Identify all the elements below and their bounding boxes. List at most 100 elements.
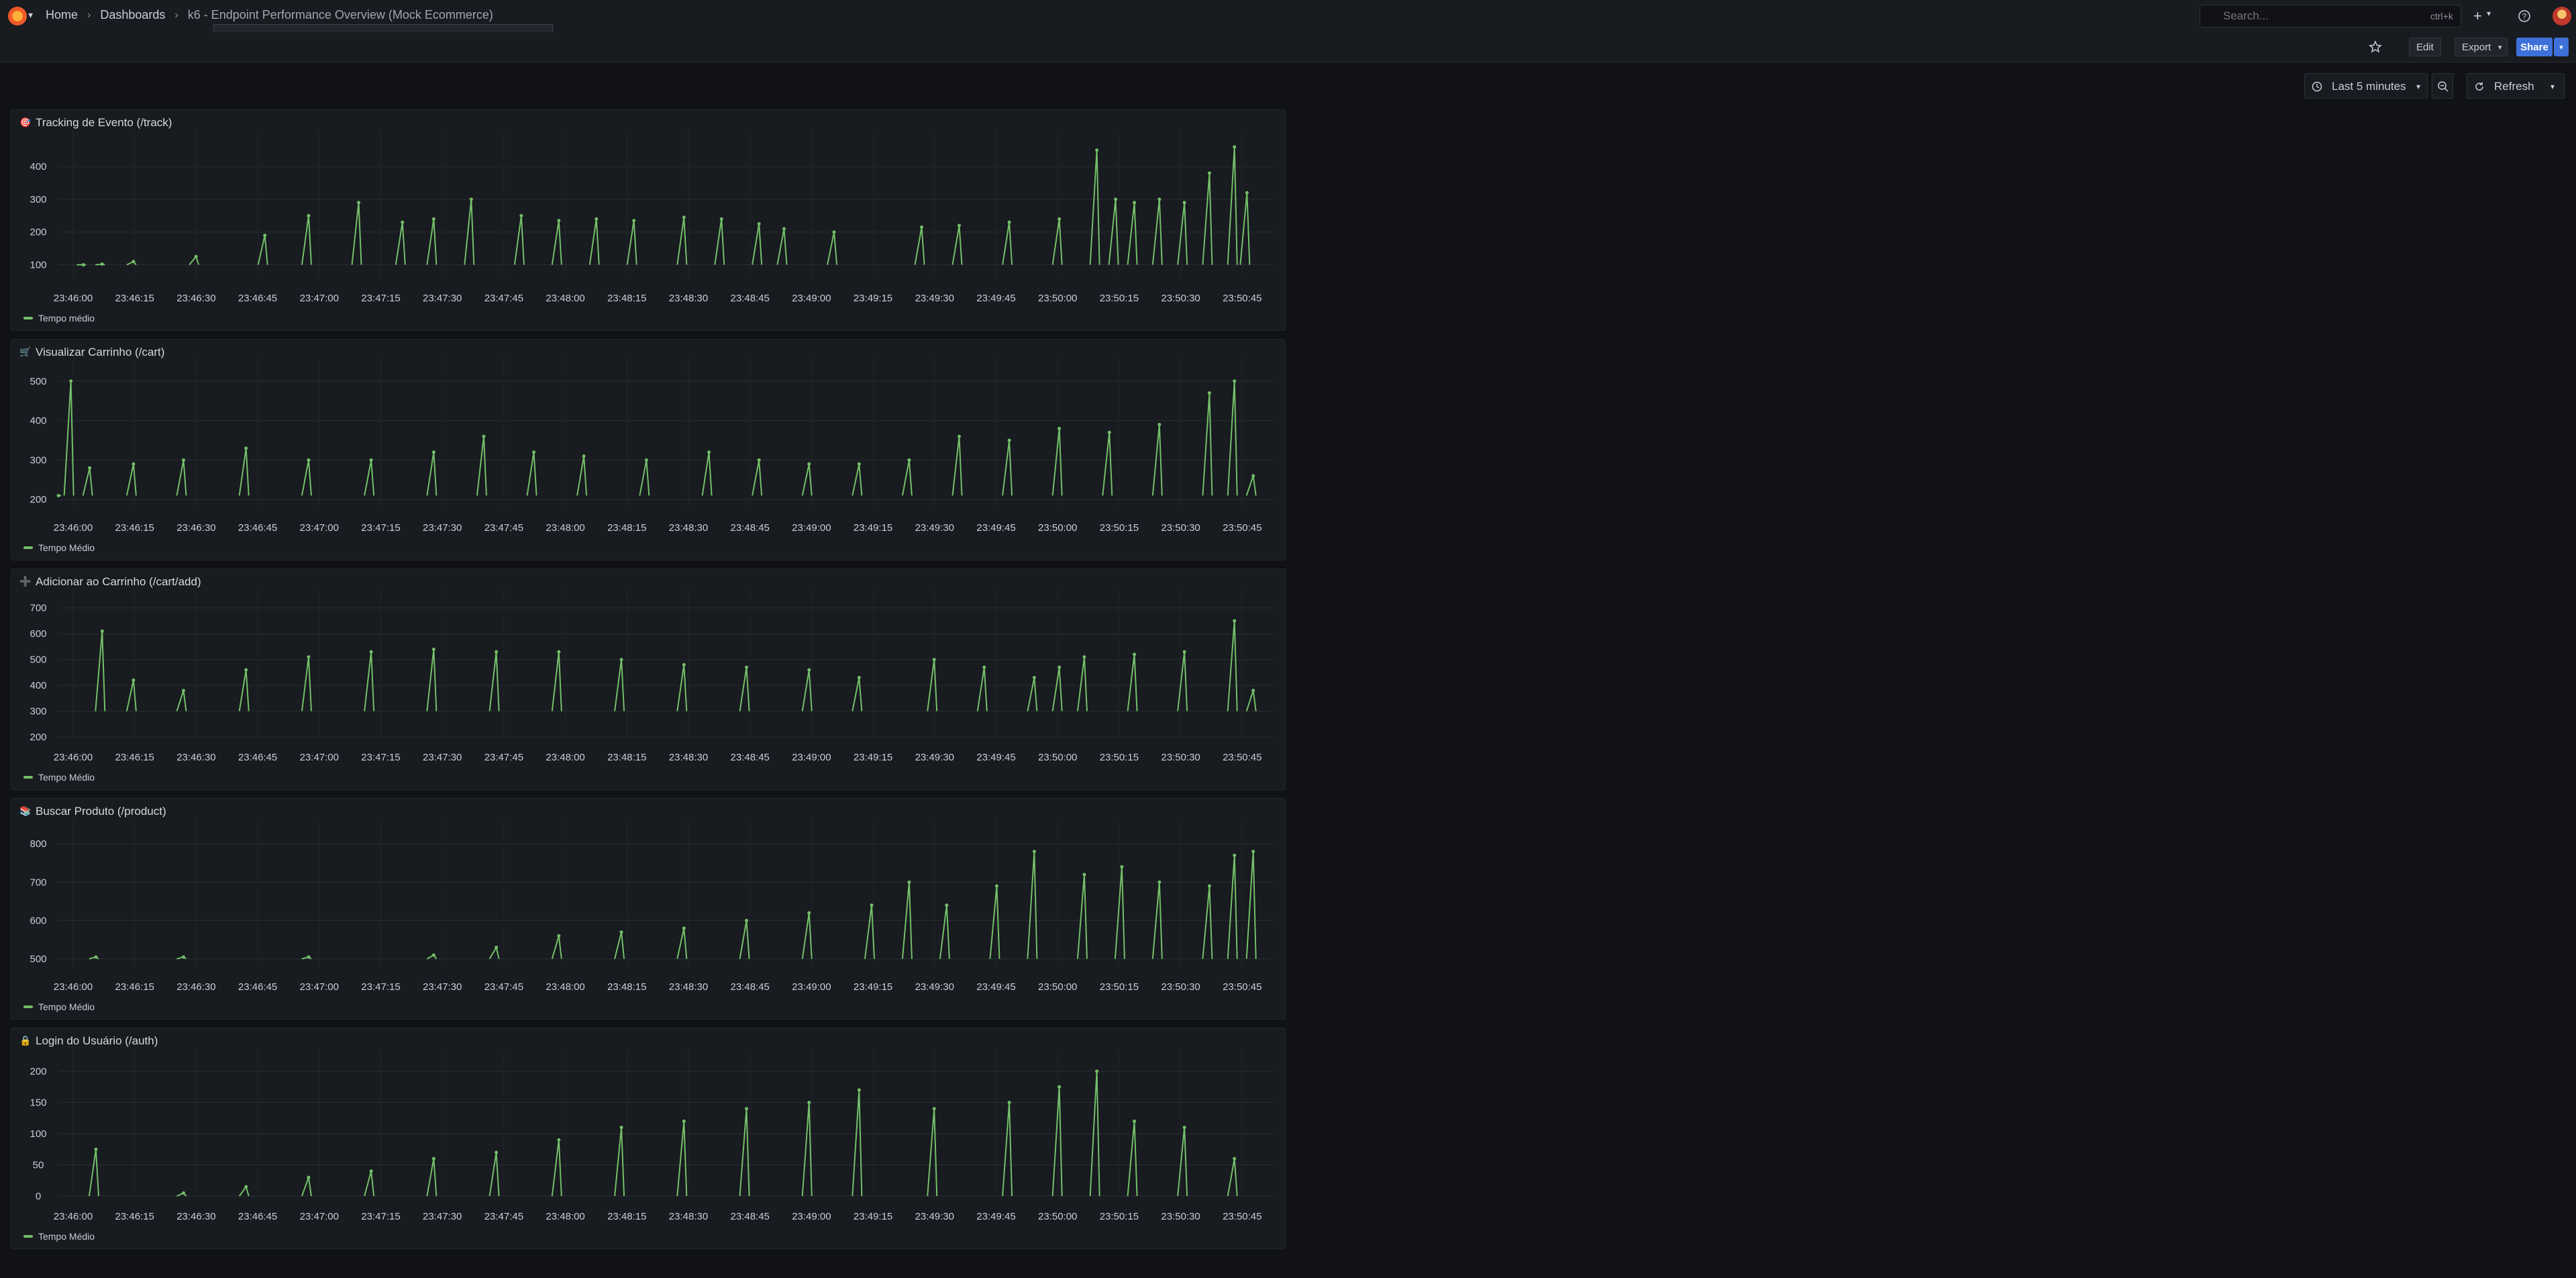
refresh-button[interactable]: Refresh ▾ bbox=[2467, 73, 2565, 99]
x-tick-label: 23:46:30 bbox=[176, 522, 215, 534]
x-tick-label: 23:47:15 bbox=[361, 752, 400, 763]
grafana-logo-icon[interactable] bbox=[8, 7, 27, 26]
x-tick-label: 23:49:45 bbox=[976, 981, 1015, 993]
x-tick-label: 23:49:15 bbox=[854, 981, 892, 993]
y-tick-label: 400 bbox=[30, 415, 46, 427]
x-tick-label: 23:48:00 bbox=[546, 981, 584, 993]
export-button[interactable]: Export ▾ bbox=[2455, 38, 2508, 56]
data-point bbox=[132, 260, 136, 264]
data-point bbox=[1032, 850, 1036, 854]
data-point bbox=[69, 379, 73, 383]
breadcrumb-home[interactable]: Home bbox=[46, 8, 78, 22]
x-tick-label: 23:46:45 bbox=[238, 981, 277, 993]
time-range-label: Last 5 minutes bbox=[2332, 80, 2406, 93]
data-point bbox=[132, 462, 136, 466]
data-point bbox=[682, 215, 686, 219]
time-series-chart[interactable]: 200 300 400 500 600 700 23:46:00 23:46:15 23:46:… bbox=[11, 569, 1285, 771]
data-point bbox=[307, 1175, 311, 1179]
chevron-down-icon[interactable]: ▾ bbox=[28, 9, 33, 21]
add-icon[interactable]: + bbox=[2473, 7, 2482, 25]
panel-1[interactable]: 🎯 Tracking de Evento (/track) 100 200 300 400… bbox=[11, 109, 1286, 331]
chevron-right-icon: › bbox=[87, 9, 91, 21]
x-tick-label: 23:48:15 bbox=[607, 293, 646, 304]
export-label: Export bbox=[2462, 42, 2491, 53]
data-point bbox=[757, 458, 761, 462]
chevron-down-icon[interactable]: ▾ bbox=[2487, 9, 2491, 18]
data-point bbox=[1120, 865, 1124, 869]
x-tick-label: 23:49:00 bbox=[792, 981, 831, 993]
x-tick-label: 23:49:45 bbox=[976, 752, 1015, 763]
legend[interactable]: Tempo Médio bbox=[23, 1231, 95, 1242]
x-tick-label: 23:47:00 bbox=[300, 1211, 339, 1222]
legend[interactable]: Tempo médio bbox=[23, 313, 95, 324]
x-tick-label: 23:47:15 bbox=[361, 1211, 400, 1222]
time-range-picker[interactable]: Last 5 minutes ▾ bbox=[2304, 73, 2428, 99]
data-point bbox=[307, 655, 311, 659]
data-point bbox=[619, 930, 623, 934]
data-point bbox=[194, 254, 198, 258]
data-point bbox=[431, 647, 435, 651]
help-icon[interactable]: ? bbox=[2518, 9, 2531, 23]
legend-swatch bbox=[23, 317, 33, 320]
search-input[interactable] bbox=[2200, 5, 2461, 28]
data-point bbox=[1182, 1126, 1186, 1130]
data-point bbox=[982, 665, 986, 669]
svg-text:?: ? bbox=[2522, 12, 2527, 21]
share-menu-chevron-icon[interactable]: ▾ bbox=[2554, 38, 2569, 56]
zoom-out-button[interactable] bbox=[2432, 73, 2453, 99]
dashboard-toolbar: Edit Export ▾ Share ▾ bbox=[0, 32, 2576, 62]
x-tick-label: 23:49:15 bbox=[854, 293, 892, 304]
x-tick-label: 23:46:30 bbox=[176, 1211, 215, 1222]
panel-5[interactable]: 🔒 Login do Usuário (/auth) 0 50 100 150 200 23:… bbox=[11, 1028, 1286, 1249]
data-point bbox=[807, 668, 811, 672]
y-tick-label: 600 bbox=[30, 915, 46, 926]
x-tick-label: 23:46:30 bbox=[176, 293, 215, 304]
x-tick-label: 23:46:15 bbox=[115, 293, 154, 304]
panel-3[interactable]: ➕ Adicionar ao Carrinho (/cart/add) 200 300… bbox=[11, 569, 1286, 790]
data-point bbox=[181, 1191, 185, 1195]
x-tick-label: 23:49:15 bbox=[854, 522, 892, 534]
y-tick-label: 300 bbox=[30, 194, 46, 205]
time-series-chart[interactable]: 0 50 100 150 200 23:46:00 23:46:15 23:46:30 23:4… bbox=[11, 1028, 1285, 1230]
data-point bbox=[1245, 191, 1249, 195]
data-point bbox=[100, 262, 104, 266]
panel-4[interactable]: 📚 Buscar Produto (/product) 500 600 700 800 23… bbox=[11, 798, 1286, 1020]
legend[interactable]: Tempo Médio bbox=[23, 1001, 95, 1012]
data-point bbox=[745, 1107, 749, 1111]
y-tick-label: 700 bbox=[30, 603, 46, 614]
legend[interactable]: Tempo Médio bbox=[23, 542, 95, 553]
data-point bbox=[1251, 850, 1255, 854]
data-point bbox=[307, 458, 311, 462]
data-point bbox=[431, 450, 435, 454]
data-point bbox=[181, 458, 185, 462]
y-tick-label: 200 bbox=[30, 494, 46, 505]
data-point bbox=[56, 493, 60, 497]
data-point bbox=[1114, 197, 1118, 201]
avatar[interactable] bbox=[2553, 7, 2571, 26]
x-tick-label: 23:48:45 bbox=[731, 752, 770, 763]
panel-2[interactable]: 🛒 Visualizar Carrinho (/cart) 200 300 400 500… bbox=[11, 339, 1286, 560]
data-point bbox=[1251, 474, 1255, 478]
x-tick-label: 23:46:45 bbox=[238, 522, 277, 534]
data-point bbox=[907, 458, 911, 462]
breadcrumb-dashboards[interactable]: Dashboards bbox=[100, 8, 165, 22]
series-line bbox=[58, 381, 1257, 497]
edit-button[interactable]: Edit bbox=[2409, 38, 2441, 56]
time-series-chart[interactable]: 500 600 700 800 23:46:00 23:46:15 23:46:30 23:4… bbox=[11, 799, 1285, 1000]
x-tick-label: 23:49:30 bbox=[915, 522, 954, 534]
x-tick-label: 23:50:15 bbox=[1100, 522, 1139, 534]
time-series-chart[interactable]: 200 300 400 500 23:46:00 23:46:15 23:46:30 23:4… bbox=[11, 340, 1285, 541]
data-point bbox=[1182, 201, 1186, 205]
share-button[interactable]: Share bbox=[2516, 38, 2553, 56]
legend-swatch bbox=[23, 546, 33, 549]
legend[interactable]: Tempo Médio bbox=[23, 772, 95, 783]
x-tick-label: 23:48:00 bbox=[546, 752, 584, 763]
data-point bbox=[857, 676, 861, 680]
x-tick-label: 23:50:30 bbox=[1161, 293, 1200, 304]
x-tick-label: 23:50:30 bbox=[1161, 522, 1200, 534]
x-tick-label: 23:47:45 bbox=[484, 981, 523, 993]
data-point bbox=[557, 1138, 561, 1142]
data-point bbox=[557, 934, 561, 938]
time-series-chart[interactable]: 100 200 300 400 23:46:00 23:46:15 23:46:30 23:4… bbox=[11, 110, 1285, 311]
star-icon[interactable] bbox=[2369, 40, 2382, 54]
